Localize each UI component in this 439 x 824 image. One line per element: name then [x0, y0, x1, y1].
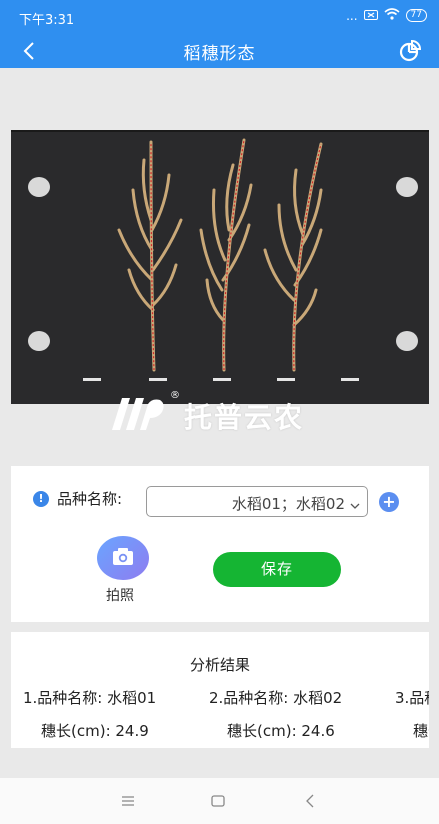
result-item: 2.品种名称: 水稻02 穗长(cm): 24.6	[209, 687, 369, 741]
analysis-results-card: 分析结果 1.品种名称: 水稻01 穗长(cm): 24.9 2.品种名称: 水…	[11, 632, 429, 748]
registered-mark: ®	[170, 390, 180, 401]
variety-form-card: ! 品种名称: 水稻01；水稻02 + 拍照 保存	[11, 466, 429, 622]
result-item: 1.品种名称: 水稻01 穗长(cm): 24.9	[23, 687, 183, 741]
back-icon[interactable]	[300, 792, 320, 810]
panicle-drawing	[117, 138, 323, 372]
camera-icon	[113, 548, 133, 565]
results-title: 分析结果	[189, 656, 250, 674]
add-variety-button[interactable]: +	[379, 492, 399, 512]
result-variety-name: 1.品种名称: 水稻01	[23, 689, 157, 707]
system-nav-bar	[0, 778, 439, 824]
result-panicle-length: 穗长(cm): 24.9	[41, 722, 149, 740]
brand-name: 托普云农	[184, 401, 305, 434]
variety-label-row: ! 品种名称:	[33, 488, 122, 509]
chevron-down-icon	[350, 496, 360, 509]
result-item: 3.品种名称: 水稻03 穗长(cm): 24.5	[395, 687, 429, 741]
wifi-icon	[384, 8, 400, 23]
brand-watermark: ® 托普云农	[108, 388, 338, 438]
variety-label: 品种名称:	[57, 490, 123, 508]
pie-chart-icon[interactable]	[397, 38, 423, 64]
battery-icon: 77	[405, 9, 427, 22]
result-panicle-length: 穗长(cm): 24.6	[227, 722, 335, 740]
result-variety-name: 3.品种名称: 水稻03	[395, 689, 429, 707]
result-variety-name: 2.品种名称: 水稻02	[209, 689, 343, 707]
status-time: 下午3:31	[19, 13, 75, 28]
camera-button[interactable]	[97, 536, 149, 580]
save-button[interactable]: 保存	[213, 552, 341, 587]
result-panicle-length: 穗长(cm): 24.5	[413, 722, 429, 740]
rice-panicle-photo	[11, 130, 429, 404]
more-dots-icon: ...	[346, 8, 358, 23]
brand-logo-icon	[112, 398, 164, 430]
top-nav-bar: 稻穗形态	[0, 34, 439, 68]
home-icon[interactable]	[208, 792, 228, 810]
variety-select-value: 水稻01；水稻02	[231, 495, 345, 513]
info-icon: !	[33, 490, 49, 507]
page-title: 稻穗形态	[183, 44, 256, 64]
status-indicators: ... 77	[346, 8, 427, 23]
menu-icon[interactable]	[118, 792, 138, 810]
sim-icon	[363, 9, 378, 23]
variety-select[interactable]: 水稻01；水稻02	[146, 486, 368, 517]
camera-label: 拍照	[106, 588, 134, 604]
status-bar: 下午3:31 ... 77	[0, 0, 439, 34]
